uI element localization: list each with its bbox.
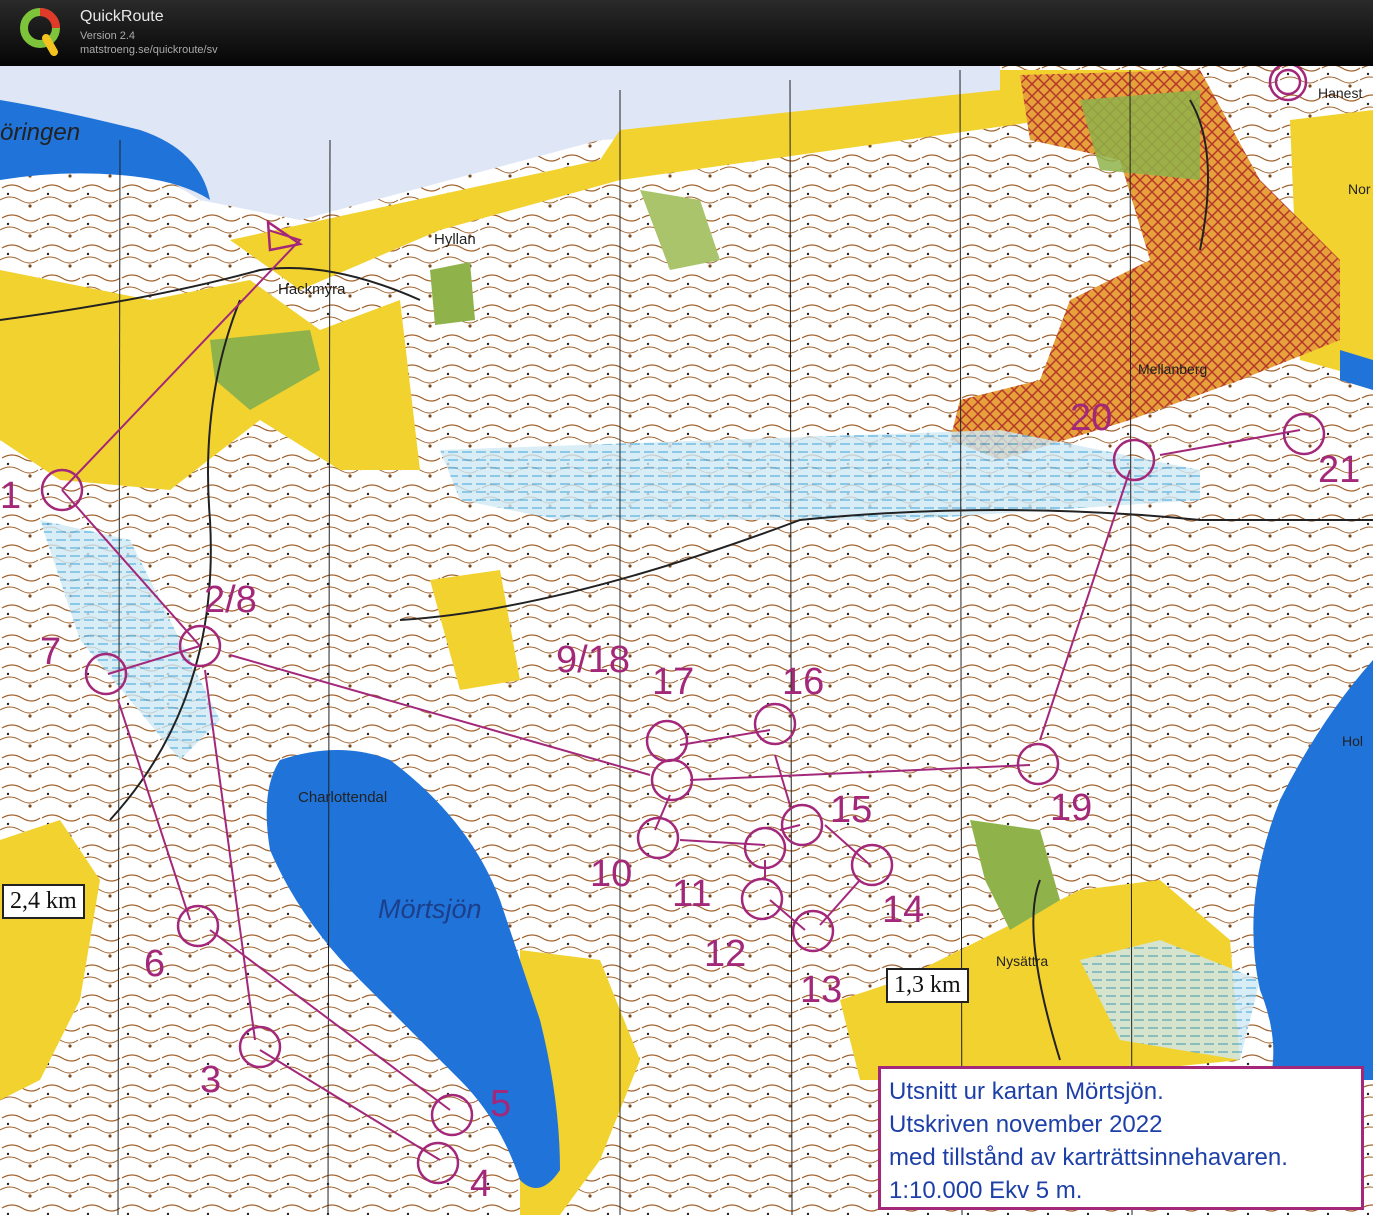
distance-label-short: 1,3 km bbox=[886, 968, 969, 1003]
control-number-16: 16 bbox=[782, 661, 824, 703]
orienteering-map[interactable]: öringen Hackmyra Hyllan Hanest Nor Mella… bbox=[0, 66, 1373, 1215]
legend-line-2: Utskriven november 2022 bbox=[889, 1111, 1163, 1138]
label-nor: Nor bbox=[1348, 181, 1371, 197]
title-bar: QuickRoute Version 2.4 matstroeng.se/qui… bbox=[0, 0, 1373, 66]
map-legend-box: Utsnitt ur kartan Mörtsjön. Utskriven no… bbox=[878, 1066, 1364, 1210]
control-number-20: 20 bbox=[1070, 397, 1112, 439]
green-area-hyllan bbox=[430, 262, 475, 325]
distance-label-long: 2,4 km bbox=[2, 884, 85, 919]
control-number-4: 4 bbox=[470, 1163, 491, 1205]
control-number-13: 13 bbox=[800, 969, 842, 1011]
label-oringen: öringen bbox=[0, 119, 80, 146]
control-number-17: 17 bbox=[652, 661, 694, 703]
control-number-1: 1 bbox=[0, 475, 21, 517]
control-number-21: 21 bbox=[1318, 449, 1360, 491]
control-number-3: 3 bbox=[200, 1059, 221, 1101]
legend-line-1: Utsnitt ur kartan Mörtsjön. bbox=[889, 1078, 1164, 1105]
control-number-19: 19 bbox=[1050, 787, 1092, 829]
label-charlottendal: Charlottendal bbox=[298, 789, 387, 806]
control-number-14: 14 bbox=[882, 889, 924, 931]
app-url: matstroeng.se/quickroute/sv bbox=[80, 44, 218, 56]
label-hanest: Hanest bbox=[1318, 85, 1362, 101]
quickroute-window: QuickRoute Version 2.4 matstroeng.se/qui… bbox=[0, 0, 1373, 1215]
control-number-11: 11 bbox=[672, 873, 711, 915]
control-number-12: 12 bbox=[704, 933, 746, 975]
label-nysattra: Nysättra bbox=[996, 953, 1048, 969]
control-number-15: 15 bbox=[830, 789, 872, 831]
label-hyllan: Hyllan bbox=[434, 231, 476, 248]
legend-line-4: 1:10.000 Ekv 5 m. bbox=[889, 1177, 1083, 1204]
app-title: QuickRoute bbox=[80, 8, 164, 25]
label-mellanberg: Mellanberg bbox=[1138, 361, 1207, 377]
control-number-7: 7 bbox=[40, 631, 61, 673]
quickroute-logo-icon bbox=[20, 8, 60, 56]
label-mortsjon: Mörtsjön bbox=[378, 894, 482, 924]
control-number-6: 6 bbox=[144, 943, 165, 985]
label-hackmyra: Hackmyra bbox=[278, 281, 346, 298]
label-hol: Hol bbox=[1342, 733, 1363, 749]
legend-line-3: med tillstånd av karträttsinnehavaren. bbox=[889, 1144, 1288, 1171]
control-number-10: 10 bbox=[590, 853, 632, 895]
app-version: Version 2.4 bbox=[80, 30, 136, 42]
control-number-2-8: 2/8 bbox=[204, 579, 257, 621]
control-number-5: 5 bbox=[490, 1083, 511, 1125]
control-number-9-18: 9/18 bbox=[556, 639, 630, 681]
